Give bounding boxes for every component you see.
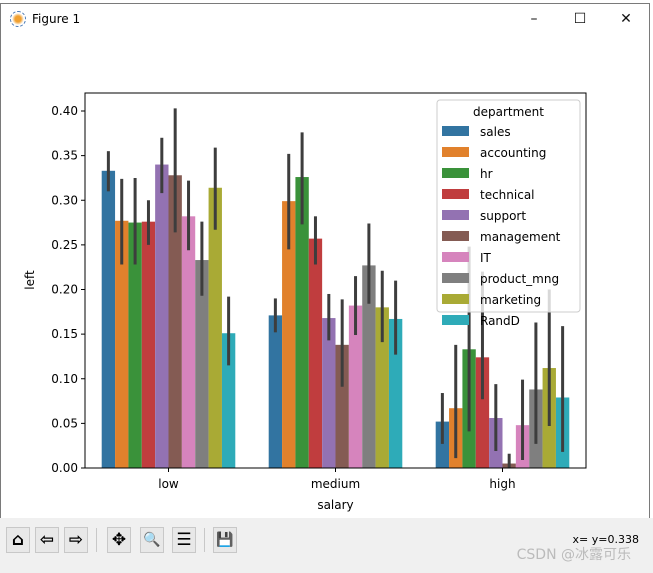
bar-technical-low — [141, 221, 156, 468]
legend-label: management — [480, 230, 561, 244]
pan-icon: ✥ — [111, 530, 127, 550]
legend-swatch-support — [442, 210, 469, 220]
bar-sales-low — [101, 170, 116, 469]
zoom-button[interactable]: 🔍 — [140, 527, 164, 553]
x-tick-label: medium — [311, 477, 360, 491]
legend-label: marketing — [480, 293, 541, 307]
x-tick-label: low — [158, 477, 179, 491]
pan-button[interactable]: ✥ — [107, 527, 131, 553]
y-tick-label: 0.40 — [51, 104, 78, 118]
configure-subplots-button[interactable]: ☰ — [172, 527, 196, 553]
bar-support-medium — [322, 318, 336, 468]
home-icon: ⌂ — [11, 530, 25, 550]
back-button[interactable]: ⇦ — [35, 527, 59, 553]
legend-label: accounting — [480, 146, 546, 160]
y-tick-label: 0.05 — [51, 416, 78, 430]
x-tick-label: high — [489, 477, 515, 491]
toolbar-separator — [204, 528, 205, 552]
zoom-icon: 🔍 — [143, 532, 161, 548]
watermark: CSDN @冰露可乐 — [516, 547, 631, 563]
legend-swatch-management — [442, 231, 469, 241]
back-icon: ⇦ — [39, 530, 55, 550]
home-button[interactable]: ⌂ — [6, 527, 30, 553]
legend-swatch-sales — [442, 126, 469, 136]
forward-icon: ⇨ — [68, 530, 84, 550]
save-icon: 💾 — [216, 532, 234, 548]
legend-label: RandD — [480, 314, 520, 328]
navigation-toolbar: x= y=0.338 CSDN @冰露可乐 ⌂ ⇦ ⇨ ✥ 🔍 ☰ 💾 — [0, 518, 653, 573]
legend-title: department — [473, 105, 544, 119]
legend-swatch-marketing — [442, 294, 469, 304]
legend-label: technical — [480, 188, 535, 202]
toolbar-separator — [96, 528, 97, 552]
legend-label: sales — [480, 125, 511, 139]
bar-IT-low — [181, 216, 196, 468]
legend-swatch-IT — [442, 252, 469, 262]
y-tick-label: 0.25 — [51, 238, 78, 252]
forward-button[interactable]: ⇨ — [64, 527, 88, 553]
configure-subplots-icon: ☰ — [176, 530, 192, 550]
legend-label: support — [480, 209, 526, 223]
legend-swatch-product_mng — [442, 273, 469, 283]
y-tick-label: 0.30 — [51, 193, 78, 207]
legend-swatch-RandD — [442, 315, 469, 325]
x-axis-label: salary — [317, 498, 353, 512]
y-tick-label: 0.15 — [51, 327, 78, 341]
legend-label: hr — [480, 167, 493, 181]
legend-swatch-hr — [442, 168, 469, 178]
save-button[interactable]: 💾 — [213, 527, 237, 553]
y-tick-label: 0.00 — [51, 461, 78, 475]
legend-swatch-technical — [442, 189, 469, 199]
y-tick-label: 0.35 — [51, 149, 78, 163]
bar-support-low — [155, 164, 169, 469]
y-tick-label: 0.10 — [51, 372, 78, 386]
bar-sales-medium — [268, 315, 283, 468]
legend-label: product_mng — [480, 272, 559, 286]
y-tick-label: 0.20 — [51, 283, 78, 297]
bar-chart: 0.00 0.05 0.10 0.15 0.20 0.25 0.30 0.35 0.40 low m… — [23, 92, 587, 512]
bar-marketing-low — [208, 187, 222, 468]
bar-technical-medium — [308, 238, 323, 468]
legend-swatch-accounting — [442, 147, 469, 157]
y-axis-label: left — [23, 270, 37, 290]
legend-label: IT — [480, 251, 492, 265]
